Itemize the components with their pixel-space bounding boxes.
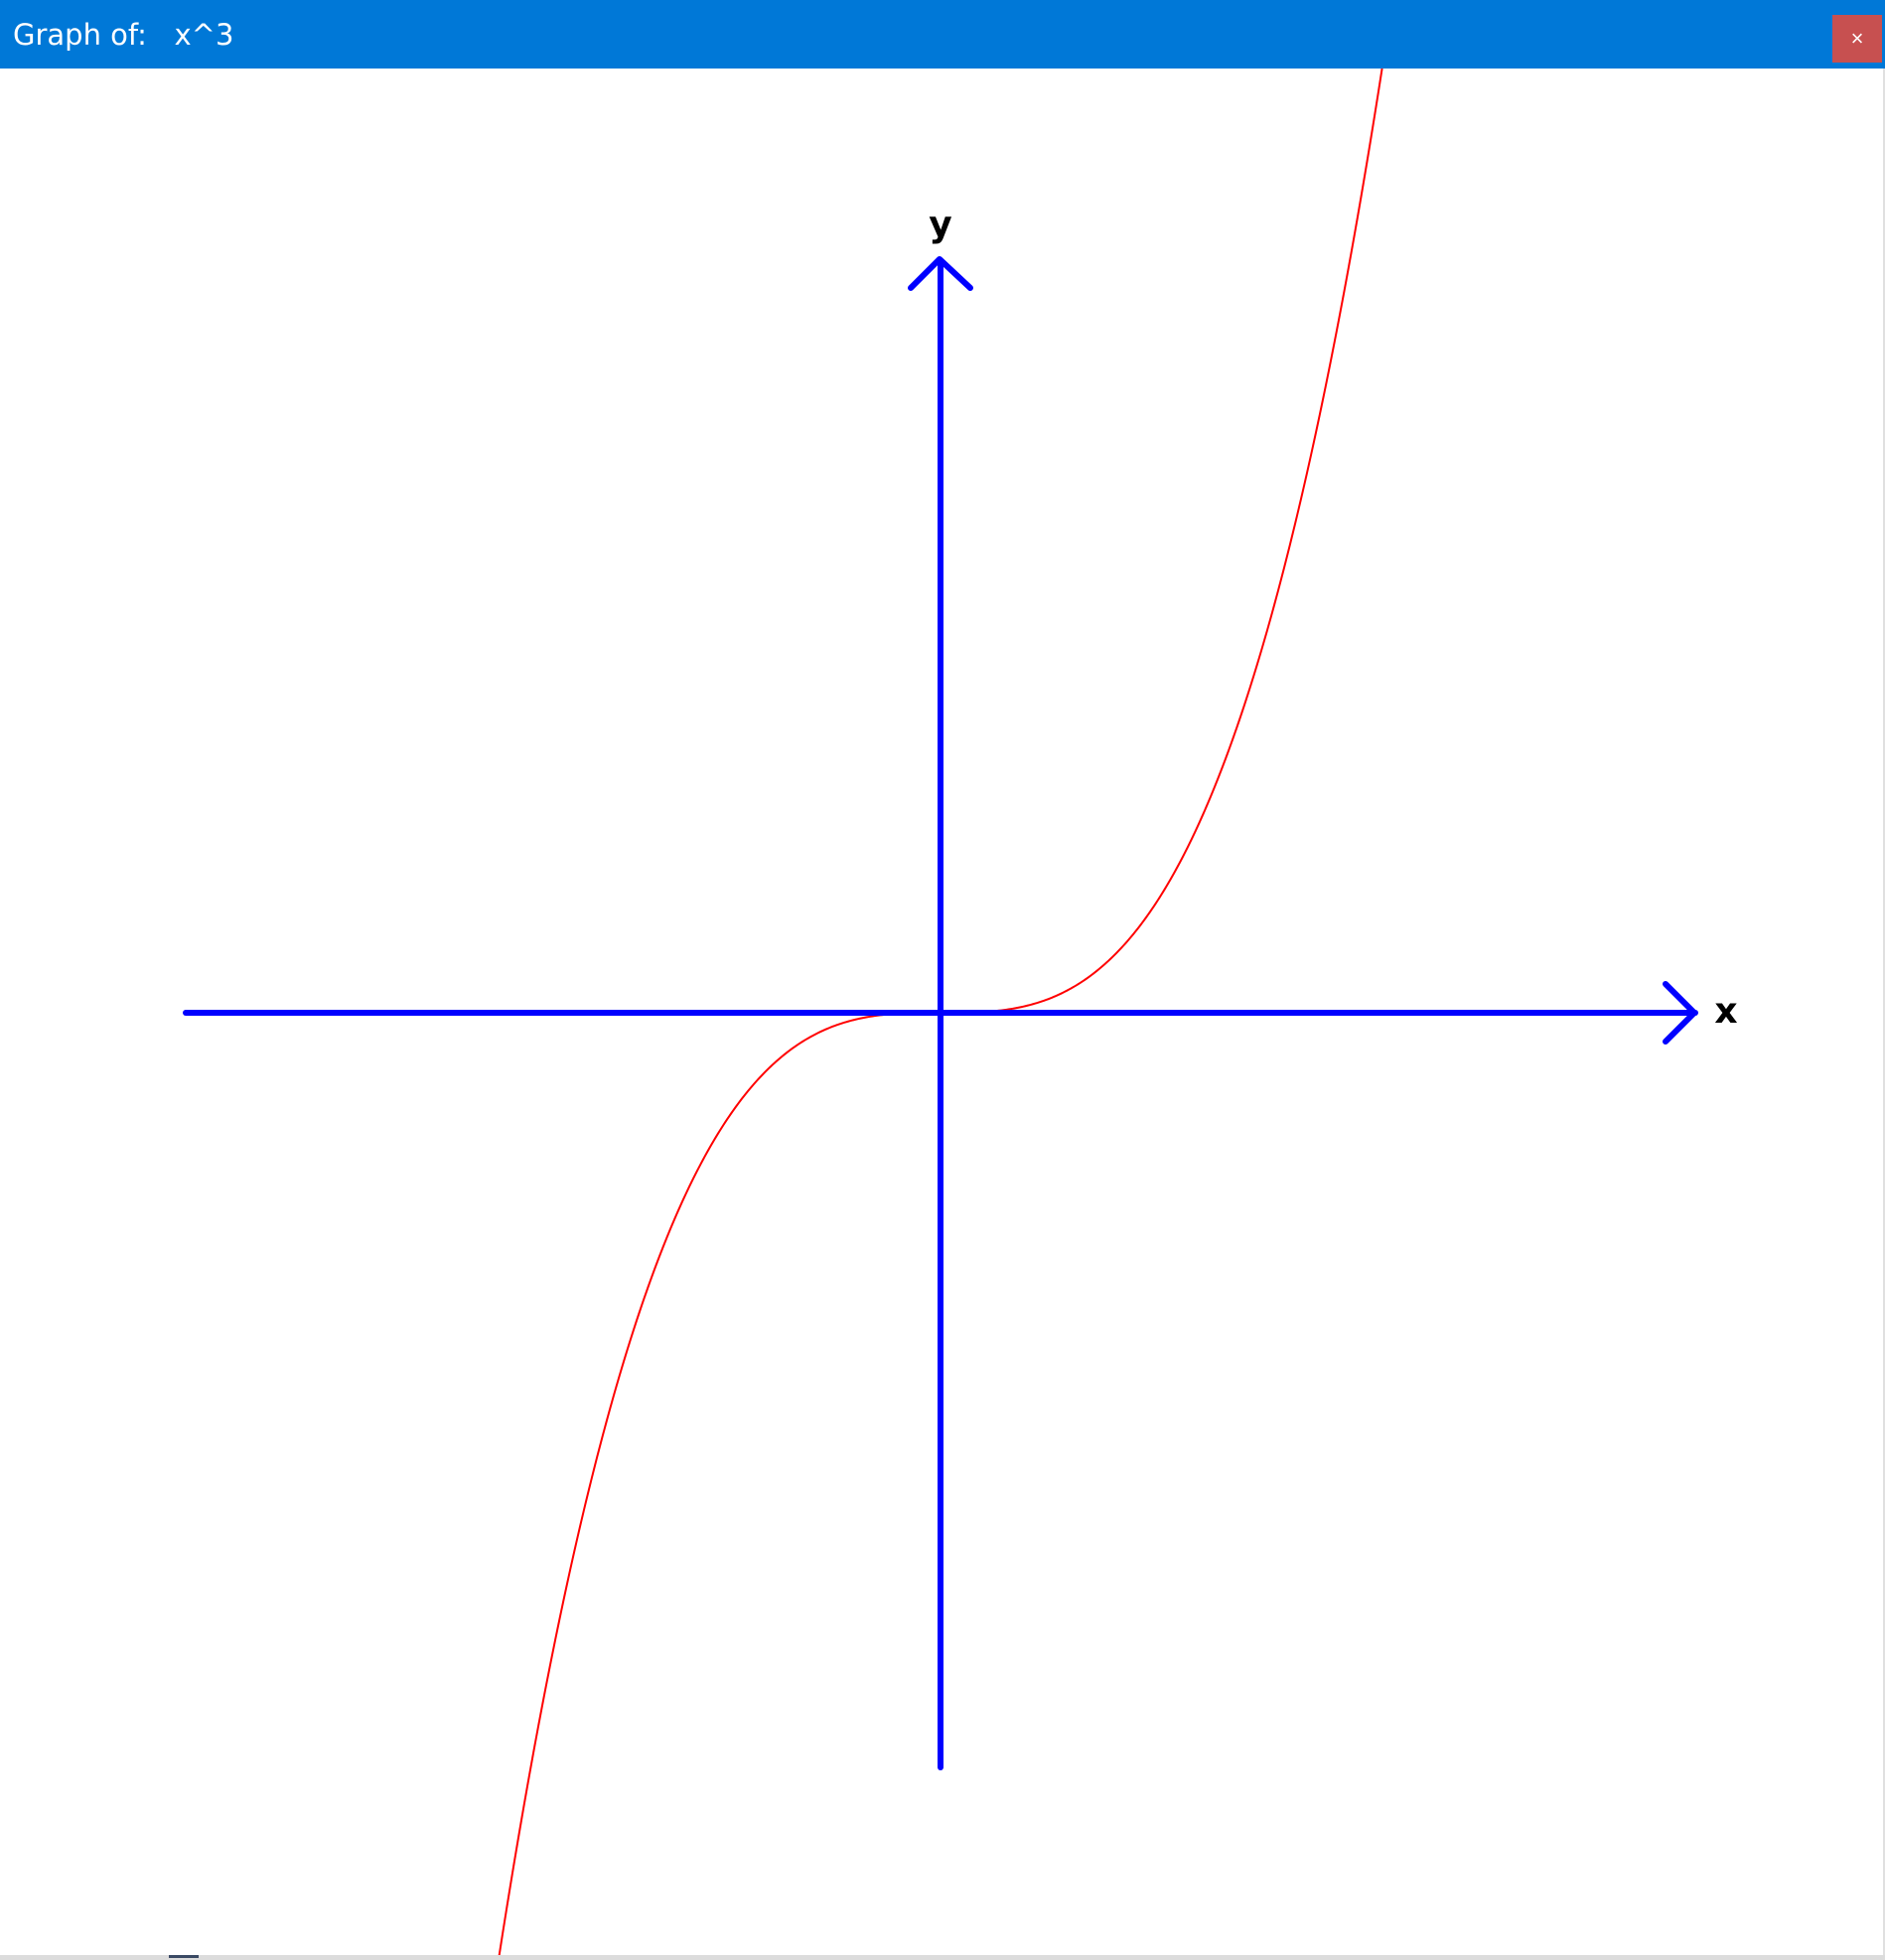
close-icon: ×: [1850, 26, 1864, 51]
x-axis-label: x: [1714, 991, 1737, 1032]
graph-canvas: xy: [0, 69, 1885, 1955]
close-button[interactable]: ×: [1832, 15, 1882, 63]
window-title: Graph of: x^3: [13, 17, 234, 52]
y-axis-label: y: [929, 205, 951, 245]
window-bottom-border: [0, 1955, 1885, 1960]
title-bar: Graph of: x^3 ×: [0, 0, 1885, 69]
taskbar-fragment: [169, 1955, 199, 1958]
plot-svg: xy: [183, 69, 1738, 1955]
